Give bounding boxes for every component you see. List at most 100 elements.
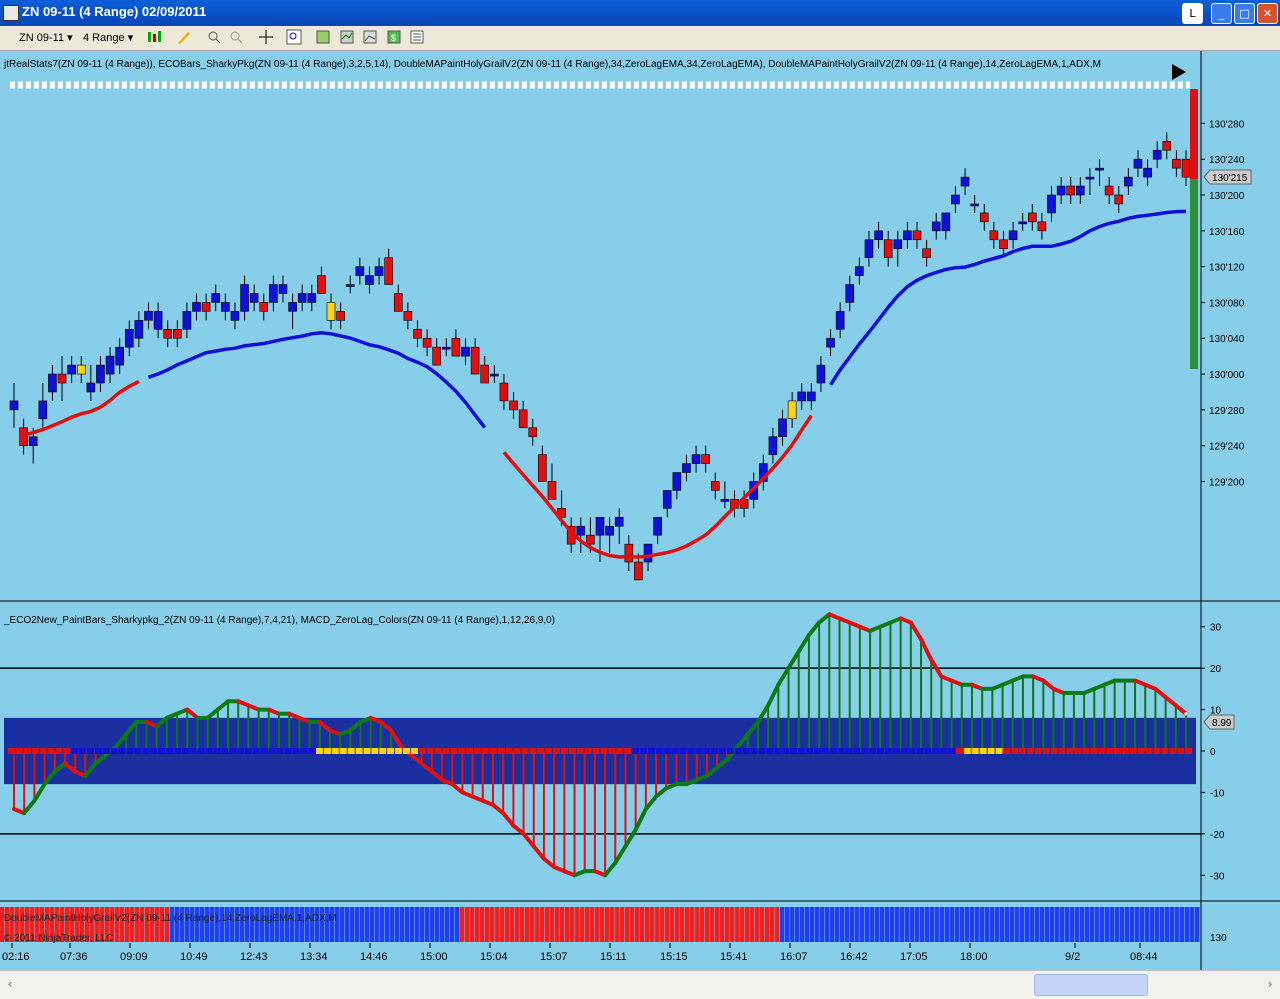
holygrail-bar — [1180, 907, 1185, 942]
scroll-left-icon[interactable]: ‹ — [2, 974, 18, 994]
money-icon[interactable]: $ — [386, 29, 402, 45]
candle-body — [336, 311, 345, 321]
holygrail-bar — [960, 907, 965, 942]
candle-body — [355, 266, 365, 276]
zoom-out-icon[interactable] — [228, 29, 244, 45]
zero-paint-dot — [545, 748, 553, 754]
holygrail-bar — [740, 907, 745, 942]
holygrail-bar — [1030, 907, 1035, 942]
holygrail-bar — [775, 907, 780, 942]
zero-paint-dot — [845, 748, 853, 754]
chart-toolbar: ZN 09-11 ▾ 4 Range ▾ $ — [0, 26, 1280, 51]
holygrail-bar — [1100, 907, 1105, 942]
zero-paint-dot — [568, 748, 576, 754]
zero-paint-dot — [979, 748, 987, 754]
zero-paint-dot — [387, 748, 395, 754]
zero-paint-dot — [1185, 748, 1193, 754]
indicators-icon[interactable] — [339, 29, 355, 45]
scroll-right-icon[interactable]: › — [1262, 974, 1278, 994]
holygrail-bar — [1155, 907, 1160, 942]
holygrail-bar — [590, 907, 595, 942]
time-axis-label: 12:43 — [240, 951, 268, 963]
osc-value-tag: 8.99 — [1203, 714, 1235, 730]
holygrail-bar — [410, 907, 415, 942]
restore-icon[interactable]: L — [1182, 3, 1203, 24]
zero-paint-dot — [63, 748, 71, 754]
zero-paint-dot — [1153, 748, 1161, 754]
candle-body — [595, 516, 605, 536]
osc-dot — [1184, 712, 1188, 716]
zero-paint-dot — [711, 748, 719, 754]
horizontal-scrollbar[interactable]: ‹ › — [0, 970, 1280, 999]
holygrail-bar — [1080, 907, 1085, 942]
holygrail-bar — [685, 907, 690, 942]
holygrail-bar — [800, 907, 805, 942]
time-axis-label: 16:42 — [840, 951, 868, 963]
crosshair-icon[interactable] — [258, 29, 274, 45]
title-bar: ZN 09-11 (4 Range) 02/09/2011 L _ □ ✕ — [0, 0, 1280, 26]
zero-paint-dot — [276, 748, 284, 754]
holygrail-bar — [400, 907, 405, 942]
candle-body — [1095, 167, 1104, 171]
candle-body — [509, 400, 518, 411]
maximize-button[interactable]: □ — [1234, 3, 1255, 24]
time-axis-label: 15:04 — [480, 951, 508, 963]
instrument-select[interactable]: ZN 09-11 ▾ — [16, 30, 76, 46]
zero-paint-dot — [561, 748, 568, 754]
period-select[interactable]: 4 Range ▾ — [80, 30, 136, 46]
holygrail-bar — [930, 907, 935, 942]
zero-paint-dot — [821, 748, 829, 754]
holygrail-bar — [405, 907, 410, 942]
holygrail-bar — [985, 907, 990, 942]
holygrail-bar — [715, 907, 720, 942]
zero-paint-dot — [1114, 748, 1121, 754]
minimize-button[interactable]: _ — [1211, 3, 1232, 24]
zero-paint-dot — [450, 748, 458, 754]
candle-body — [1008, 230, 1018, 241]
data-box-icon[interactable] — [315, 29, 331, 45]
holygrail-bar — [1190, 907, 1195, 942]
zero-paint-dot — [1019, 748, 1027, 754]
close-button[interactable]: ✕ — [1257, 3, 1278, 24]
holygrail-label: DoubleMAPaintHolyGrailV2(ZN 09-11 (4 Ran… — [4, 913, 337, 924]
zero-paint-dot — [632, 748, 640, 754]
holygrail-bar — [815, 907, 820, 942]
holygrail-bar — [445, 907, 450, 942]
bar-type-icon[interactable] — [146, 29, 162, 45]
zero-paint-dot — [181, 748, 189, 754]
zoom-in-icon[interactable] — [206, 29, 222, 45]
holygrail-bar — [650, 907, 655, 942]
zero-paint-dot — [395, 748, 403, 754]
candle-body — [1027, 212, 1037, 223]
candle-body — [912, 230, 922, 241]
holygrail-bar — [1105, 907, 1110, 942]
draw-pencil-icon[interactable] — [176, 29, 192, 45]
candle-body — [855, 266, 864, 276]
chart-area[interactable]: jtRealStats7(ZN 09-11 (4 Range)), ECOBar… — [0, 51, 1280, 970]
time-axis-label: 09:09 — [120, 951, 148, 963]
zero-paint-dot — [252, 748, 260, 754]
zero-paint-dot — [956, 748, 963, 754]
chart-svg[interactable]: jtRealStats7(ZN 09-11 (4 Range)), ECOBar… — [0, 51, 1280, 970]
properties-icon[interactable] — [409, 29, 425, 45]
holygrail-bar — [855, 907, 860, 942]
holygrail-bar — [910, 907, 915, 942]
zero-paint-dot — [260, 748, 268, 754]
holygrail-bar — [955, 907, 960, 942]
scroll-thumb[interactable] — [1034, 974, 1148, 996]
holygrail-bar — [840, 907, 845, 942]
holygrail-bar — [470, 907, 475, 942]
candle-body — [768, 436, 778, 455]
magnifier-icon[interactable] — [286, 29, 302, 45]
holygrail-bar — [695, 907, 700, 942]
price-axis-label: 130'200 — [1209, 191, 1245, 202]
holygrail-bar — [670, 907, 675, 942]
candle-body — [778, 418, 787, 438]
zero-paint-dot — [553, 748, 561, 754]
candle-body — [979, 212, 989, 223]
candle-body — [1104, 185, 1114, 196]
holygrail-bar — [875, 907, 880, 942]
strategies-icon[interactable] — [362, 29, 378, 45]
time-axis-label: 15:41 — [720, 951, 748, 963]
zero-paint-dot — [537, 748, 545, 754]
